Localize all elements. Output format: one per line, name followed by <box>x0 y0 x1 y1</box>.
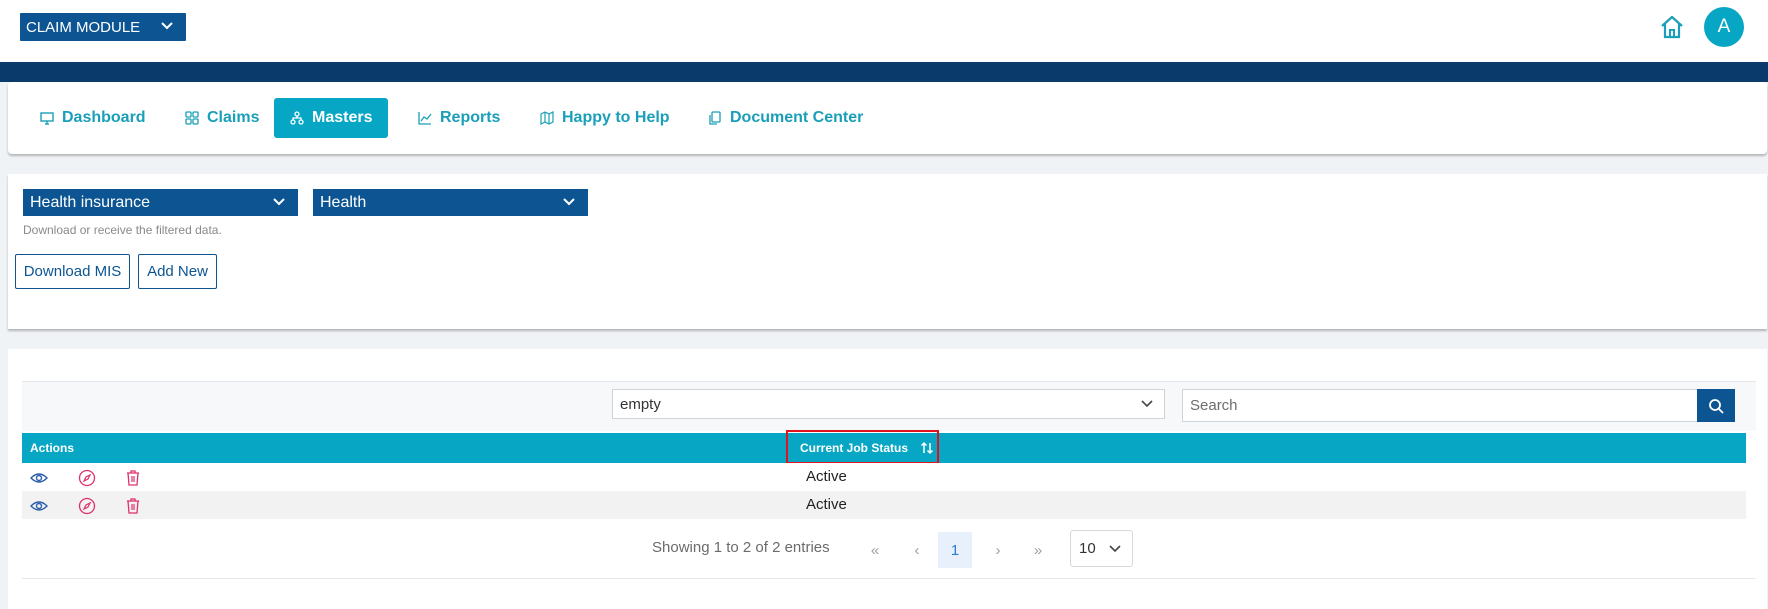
search-button[interactable] <box>1697 389 1735 422</box>
table-row: Active <box>22 463 1746 491</box>
first-page-button[interactable]: « <box>858 532 892 568</box>
nav-item-label: Claims <box>207 109 260 126</box>
table-panel: empty Actions Current Job Status Active … <box>8 349 1767 609</box>
module-select-label: CLAIM MODULE <box>26 18 141 36</box>
nav-item-document-center[interactable]: Document Center <box>692 98 879 138</box>
last-page-button[interactable]: » <box>1021 532 1055 568</box>
filter-panel: Health insurance Health Download or rece… <box>8 174 1767 329</box>
nav-item-masters[interactable]: Masters <box>274 98 389 138</box>
status-filter-select[interactable]: empty <box>612 389 1165 419</box>
grid-icon <box>185 111 199 125</box>
filter-hint: Download or receive the filtered data. <box>23 223 222 237</box>
status-cell: Active <box>806 496 847 513</box>
main-nav: Dashboard Claims Masters Reports Happy t… <box>8 82 1767 154</box>
nav-item-label: Happy to Help <box>562 109 670 126</box>
sitemap-icon <box>290 111 304 125</box>
product-select[interactable]: Health <box>313 189 588 216</box>
page-size-select[interactable]: 10 <box>1070 530 1133 567</box>
nav-item-claims[interactable]: Claims <box>169 98 275 138</box>
page-size-value: 10 <box>1079 540 1096 557</box>
chevron-down-icon <box>563 198 575 206</box>
nav-item-label: Dashboard <box>62 109 146 126</box>
nav-item-label: Masters <box>312 109 373 126</box>
nav-item-happy-to-help[interactable]: Happy to Help <box>524 98 686 138</box>
nav-item-dashboard[interactable]: Dashboard <box>24 98 162 138</box>
eye-icon[interactable] <box>30 497 48 515</box>
search-icon <box>1709 398 1724 414</box>
nav-item-label: Reports <box>440 109 501 126</box>
trash-icon[interactable] <box>124 469 142 487</box>
nav-item-reports[interactable]: Reports <box>402 98 516 138</box>
chevron-down-icon <box>273 198 285 206</box>
chevron-down-icon <box>161 22 173 30</box>
map-icon <box>540 111 554 125</box>
chevron-down-icon <box>1109 545 1121 553</box>
highlight-box <box>786 430 939 464</box>
top-header: CLAIM MODULE A <box>0 0 1768 62</box>
chart-icon <box>418 112 432 125</box>
avatar[interactable]: A <box>1704 7 1744 47</box>
home-icon[interactable] <box>1658 13 1686 41</box>
eye-icon[interactable] <box>30 469 48 487</box>
status-filter-value: empty <box>620 395 661 413</box>
header-band <box>0 62 1768 82</box>
product-value: Health <box>320 193 367 211</box>
table-row: Active <box>22 491 1746 519</box>
insurance-type-value: Health insurance <box>30 193 151 211</box>
divider <box>22 578 1756 579</box>
nav-item-label: Document Center <box>730 109 864 126</box>
compass-icon[interactable] <box>78 469 96 487</box>
compass-icon[interactable] <box>78 497 96 515</box>
download-mis-button[interactable]: Download MIS <box>15 254 130 289</box>
column-header-actions: Actions <box>30 441 75 455</box>
search-input[interactable] <box>1182 389 1698 422</box>
documents-icon <box>709 111 721 125</box>
status-cell: Active <box>806 468 847 485</box>
chevron-down-icon <box>1141 400 1153 408</box>
next-page-button[interactable]: › <box>981 532 1015 568</box>
add-new-button[interactable]: Add New <box>138 254 217 289</box>
prev-page-button[interactable]: ‹ <box>900 532 934 568</box>
page-button[interactable]: 1 <box>938 532 972 568</box>
paging-summary: Showing 1 to 2 of 2 entries <box>652 539 830 556</box>
module-select[interactable]: CLAIM MODULE <box>20 13 186 41</box>
insurance-type-select[interactable]: Health insurance <box>23 189 298 216</box>
monitor-icon <box>40 112 54 125</box>
trash-icon[interactable] <box>124 497 142 515</box>
